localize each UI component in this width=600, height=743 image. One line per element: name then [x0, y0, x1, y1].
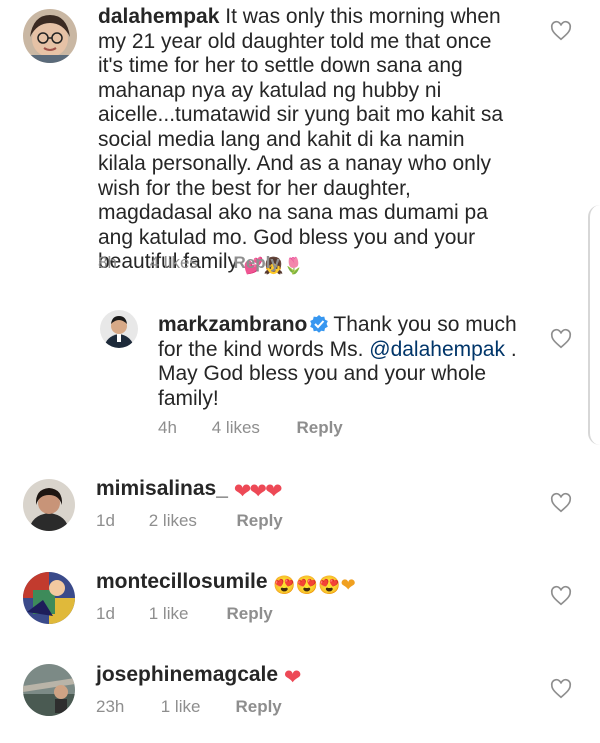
verified-badge-icon: [309, 314, 329, 334]
comment-meta: 4h 4 likes Reply: [158, 418, 343, 438]
comment-meta: 1d 1 like Reply: [96, 604, 273, 624]
avatar[interactable]: [23, 572, 75, 624]
comment-time: 1d: [96, 604, 115, 623]
heart-outline-icon[interactable]: [550, 492, 572, 514]
comment-meta: 23h 1 like Reply: [96, 697, 282, 717]
comment-username[interactable]: montecillosumile: [96, 570, 268, 593]
avatar[interactable]: [100, 310, 138, 348]
comment-username[interactable]: mimisalinas_: [96, 477, 228, 500]
emoji-group: ❤❤❤: [233, 480, 283, 503]
reply-button[interactable]: Reply: [233, 253, 279, 273]
heart-outline-icon[interactable]: [550, 328, 572, 350]
heart-outline-icon[interactable]: [550, 678, 572, 700]
comment-likes[interactable]: 1 like: [161, 697, 231, 717]
comment-time: 23h: [96, 697, 125, 716]
scrollbar[interactable]: [588, 205, 600, 445]
comment-meta: 8h 4 likes Reply: [98, 253, 280, 273]
avatar[interactable]: [23, 664, 75, 716]
comment-likes[interactable]: 2 likes: [149, 511, 232, 531]
comment-text: markzambrano Thank you so much for the ki…: [158, 313, 520, 411]
emoji-group: ❤: [283, 666, 302, 689]
heart-outline-icon[interactable]: [550, 20, 572, 42]
comment-time: 8h: [98, 253, 117, 272]
comment-username[interactable]: dalahempak: [98, 5, 219, 28]
emoji-group: 😍😍😍❤: [273, 575, 356, 595]
comment-username[interactable]: markzambrano: [158, 313, 307, 336]
comment-likes[interactable]: 4 likes: [212, 418, 292, 438]
comment-likes[interactable]: 4 likes: [150, 253, 229, 273]
avatar[interactable]: [23, 9, 77, 63]
comment-time: 1d: [96, 511, 115, 530]
comment-username[interactable]: josephinemagcale: [96, 663, 278, 686]
comment-text: montecillosumile 😍😍😍❤: [96, 570, 356, 598]
reply-button[interactable]: Reply: [296, 418, 342, 438]
comment-body: It was only this morning when my 21 year…: [98, 5, 504, 273]
avatar[interactable]: [23, 479, 75, 531]
heart-outline-icon[interactable]: [550, 585, 572, 607]
mention-link[interactable]: @dalahempak: [369, 338, 505, 361]
reply-button[interactable]: Reply: [235, 697, 281, 717]
comment-time: 4h: [158, 418, 177, 437]
reply-button[interactable]: Reply: [226, 604, 272, 624]
comment-text: mimisalinas_ ❤❤❤: [96, 477, 283, 505]
comment-likes[interactable]: 1 like: [149, 604, 222, 624]
comment-text: dalahempak It was only this morning when…: [98, 5, 514, 280]
reply-button[interactable]: Reply: [236, 511, 282, 531]
comment-meta: 1d 2 likes Reply: [96, 511, 283, 531]
comment-text: josephinemagcale ❤: [96, 663, 302, 691]
